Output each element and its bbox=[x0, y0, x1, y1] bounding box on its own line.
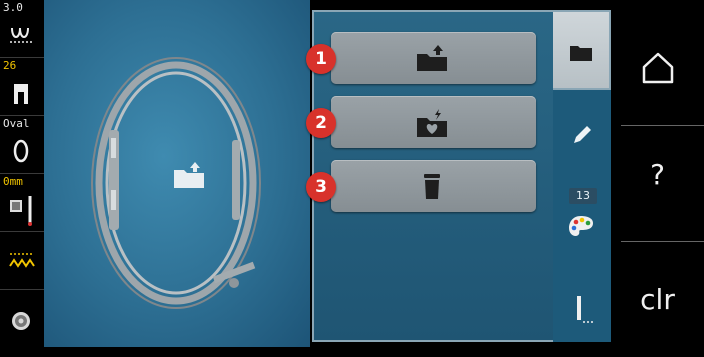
folder-upload-icon bbox=[417, 45, 447, 71]
needle-stitch-icon bbox=[577, 296, 595, 323]
stitch-width-icon bbox=[10, 27, 32, 43]
help-button[interactable]: ? bbox=[611, 117, 704, 232]
offset-cell[interactable]: 0mm bbox=[0, 174, 44, 232]
presser-foot-cell[interactable]: 26 bbox=[0, 58, 44, 116]
palette-icon bbox=[569, 216, 593, 236]
embroidery-workspace bbox=[44, 0, 310, 347]
clear-button[interactable]: clr bbox=[611, 242, 704, 357]
tab-edit[interactable] bbox=[553, 96, 611, 176]
oval-hoop-icon bbox=[13, 139, 29, 163]
tab-column: 13 bbox=[553, 10, 611, 342]
presser-foot-icon bbox=[14, 84, 28, 104]
home-button[interactable] bbox=[611, 10, 704, 125]
bobbin-icon bbox=[12, 312, 30, 330]
tab-colors[interactable]: 13 bbox=[553, 182, 611, 262]
stitch-width-cell[interactable]: 3.0 bbox=[0, 0, 44, 58]
save-to-personal-button[interactable] bbox=[331, 96, 536, 148]
tab-stitch[interactable] bbox=[553, 268, 611, 348]
zigzag-stitch-icon bbox=[9, 253, 35, 268]
file-action-panel bbox=[312, 10, 553, 342]
status-bar: 3.0 26 Oval 0mm bbox=[0, 0, 44, 347]
stitch-width-value: 3.0 bbox=[3, 1, 23, 14]
save-to-folder-button[interactable] bbox=[331, 32, 536, 84]
stitch-type-cell[interactable] bbox=[0, 232, 44, 290]
right-navigation: ? clr bbox=[611, 0, 704, 347]
bobbin-cell[interactable] bbox=[0, 290, 44, 348]
callout-badge-1: 1 bbox=[306, 44, 336, 74]
folder-upload-icon bbox=[174, 162, 204, 188]
color-count: 13 bbox=[569, 188, 597, 204]
hoop-value: Oval bbox=[3, 117, 30, 130]
offset-value: 0mm bbox=[3, 175, 23, 188]
clear-label: clr bbox=[640, 283, 675, 316]
folder-icon bbox=[570, 46, 592, 61]
tab-folder[interactable] bbox=[553, 10, 611, 90]
hoop-cell[interactable]: Oval bbox=[0, 116, 44, 174]
trash-icon bbox=[424, 174, 440, 199]
presser-foot-value: 26 bbox=[3, 59, 17, 72]
help-label: ? bbox=[650, 158, 665, 191]
home-icon bbox=[642, 52, 673, 83]
pencil-icon bbox=[574, 126, 591, 143]
callout-badge-2: 2 bbox=[306, 108, 336, 138]
delete-button[interactable] bbox=[331, 160, 536, 212]
callout-badge-3: 3 bbox=[306, 172, 336, 202]
folder-heart-icon bbox=[417, 109, 447, 137]
needle-position-icon bbox=[10, 196, 32, 226]
